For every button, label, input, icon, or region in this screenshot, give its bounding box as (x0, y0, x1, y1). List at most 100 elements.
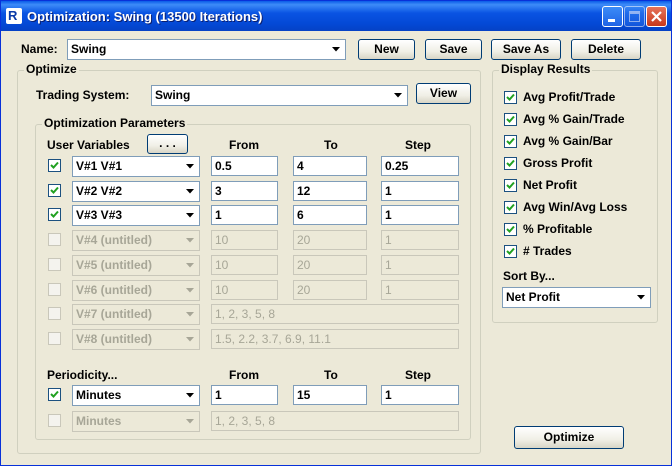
variable-dropdown-button[interactable] (183, 183, 198, 200)
view-button[interactable]: View (416, 83, 471, 104)
save-as-button[interactable]: Save As (491, 39, 561, 60)
row-checkbox[interactable] (48, 159, 61, 172)
minimize-button[interactable] (602, 6, 623, 27)
variable-dropdown-button[interactable] (183, 207, 198, 224)
row-checkbox[interactable] (48, 414, 61, 427)
name-dropdown-button[interactable] (329, 41, 344, 58)
variable-combo[interactable]: V#8 (untitled) (72, 328, 200, 350)
row-checkbox[interactable] (48, 183, 61, 197)
trading-system-combo[interactable]: Swing (151, 85, 408, 106)
to-field[interactable]: 20 (293, 279, 367, 300)
from-field[interactable]: 1 (211, 205, 278, 226)
sort-by-dropdown-button[interactable] (634, 289, 649, 306)
display-result-checkbox[interactable] (504, 113, 517, 126)
chevron-down-icon (186, 287, 194, 292)
delete-button[interactable]: Delete (571, 39, 641, 60)
variable-combo[interactable]: V#1 V#1 (72, 156, 200, 177)
step-field[interactable]: 1 (381, 279, 459, 300)
display-result-checkbox[interactable] (504, 245, 517, 258)
step-field[interactable]: 1 (381, 205, 459, 226)
values-list-field[interactable]: 1, 2, 3, 5, 8 (211, 304, 459, 325)
to-field[interactable]: 4 (293, 156, 367, 176)
row-checkbox[interactable] (48, 388, 61, 401)
from-field[interactable]: 3 (211, 180, 278, 201)
variable-dropdown-button[interactable] (183, 387, 198, 404)
display-result-label: Gross Profit (523, 156, 593, 170)
from-field[interactable]: 1 (211, 385, 278, 405)
display-results-group: Display Results (492, 62, 658, 323)
checkmark-icon (506, 159, 515, 167)
display-result-checkbox[interactable] (504, 91, 517, 104)
to-field[interactable]: 12 (293, 180, 367, 201)
variable-combo[interactable]: V#2 V#2 (72, 180, 200, 202)
maximize-button[interactable] (624, 6, 645, 27)
optimization-window: R Optimization: Swing (13500 Iterations)… (0, 0, 672, 466)
title-bar[interactable]: R Optimization: Swing (13500 Iterations) (1, 1, 671, 31)
to-field[interactable]: 6 (293, 205, 367, 226)
variable-combo[interactable]: V#3 V#3 (72, 205, 200, 227)
trading-system-dropdown-button[interactable] (391, 87, 406, 104)
variable-dropdown-button[interactable] (183, 282, 198, 299)
periodicity-from-header: From (229, 368, 259, 382)
chevron-down-icon (186, 393, 194, 398)
sort-by-value: Net Profit (506, 290, 560, 304)
from-field[interactable]: 0.5 (211, 156, 278, 176)
variable-dropdown-button[interactable] (183, 232, 198, 249)
variable-combo[interactable]: V#7 (untitled) (72, 304, 200, 326)
user-variables-more-button[interactable]: . . . (147, 134, 188, 154)
display-result-checkbox[interactable] (504, 179, 517, 192)
variable-dropdown-button[interactable] (183, 306, 198, 323)
from-field[interactable]: 10 (211, 254, 278, 275)
display-result-checkbox[interactable] (504, 157, 517, 170)
display-result-checkbox[interactable] (504, 201, 517, 214)
maximize-icon (629, 11, 640, 22)
checkmark-icon (506, 181, 515, 189)
checkmark-icon (506, 203, 515, 211)
user-variables-label: User Variables (47, 138, 130, 152)
variable-dropdown-button[interactable] (183, 158, 198, 175)
to-field[interactable]: 20 (293, 254, 367, 275)
variable-combo[interactable]: V#6 (untitled) (72, 279, 200, 301)
variable-combo[interactable]: Minutes (72, 385, 200, 406)
values-list-field[interactable]: 1.5, 2.2, 3.7, 6.9, 11.1 (211, 328, 459, 349)
row-checkbox[interactable] (48, 282, 61, 296)
variable-combo[interactable]: V#5 (untitled) (72, 254, 200, 276)
from-field[interactable]: 10 (211, 230, 278, 251)
checkmark-icon (506, 225, 515, 233)
from-header: From (229, 138, 259, 152)
variable-dropdown-button[interactable] (183, 331, 198, 348)
variable-dropdown-button[interactable] (183, 413, 198, 430)
row-checkbox[interactable] (48, 208, 61, 222)
row-checkbox[interactable] (48, 233, 61, 247)
close-button[interactable] (646, 6, 667, 27)
name-combo[interactable]: Swing (67, 39, 346, 60)
checkmark-icon (50, 390, 59, 398)
app-icon: R (6, 8, 22, 24)
display-result-checkbox[interactable] (504, 135, 517, 148)
step-field[interactable]: 1 (381, 385, 459, 405)
chevron-down-icon (186, 312, 194, 317)
to-field[interactable]: 15 (293, 385, 367, 405)
step-field[interactable]: 0.25 (381, 156, 459, 176)
variable-value: V#7 (untitled) (76, 307, 153, 322)
save-button[interactable]: Save (425, 39, 482, 60)
row-checkbox[interactable] (48, 331, 61, 345)
step-field[interactable]: 1 (381, 230, 459, 251)
display-result-checkbox[interactable] (504, 223, 517, 236)
to-field[interactable]: 20 (293, 230, 367, 251)
new-button[interactable]: New (358, 39, 415, 60)
sort-by-combo[interactable]: Net Profit (502, 287, 651, 308)
row-checkbox[interactable] (48, 257, 61, 271)
variable-combo[interactable]: Minutes (72, 411, 200, 432)
variable-combo[interactable]: V#4 (untitled) (72, 230, 200, 252)
step-field[interactable]: 1 (381, 180, 459, 201)
variable-dropdown-button[interactable] (183, 257, 198, 274)
row-checkbox[interactable] (48, 307, 61, 321)
values-list-field[interactable]: 1, 2, 3, 5, 8 (211, 411, 459, 431)
variable-value: V#6 (untitled) (76, 282, 153, 297)
periodicity-label: Periodicity... (47, 368, 118, 382)
from-field[interactable]: 10 (211, 279, 278, 300)
optimize-button[interactable]: Optimize (514, 426, 624, 449)
step-field[interactable]: 1 (381, 254, 459, 275)
checkmark-icon (50, 161, 59, 169)
